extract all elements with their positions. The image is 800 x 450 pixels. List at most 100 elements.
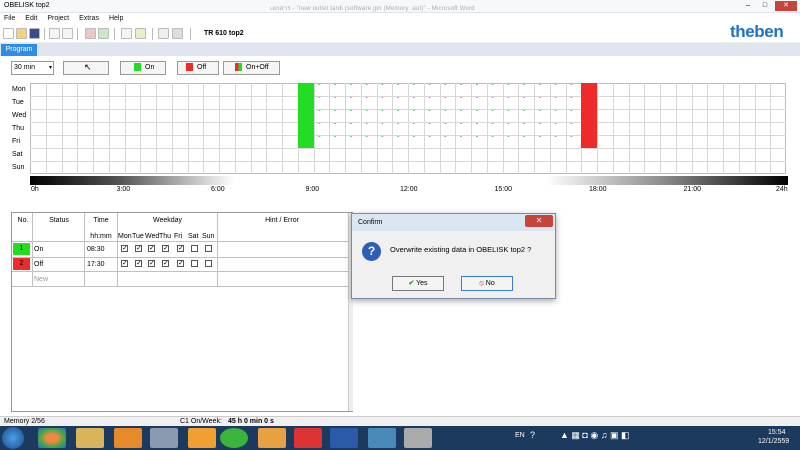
day-label: Wed [12, 112, 27, 119]
active-period-mark: ˘ [318, 137, 321, 143]
row-time[interactable]: 17:30 [87, 261, 105, 268]
cursor-icon: ↖ [84, 62, 92, 72]
col-header-time: Time [93, 217, 109, 224]
active-period-mark: ˘ [539, 124, 541, 130]
program-table: No. Status Time Weekday Hint / Error hh:… [11, 212, 353, 412]
row-time[interactable]: 08:30 [87, 246, 105, 253]
c1-label: C1 On/Week: [180, 418, 222, 425]
active-period-mark: ˘ [523, 111, 526, 117]
active-period-mark: ˘ [554, 98, 557, 104]
new-row-label[interactable]: New [34, 276, 54, 283]
menu-edit[interactable]: Edit [25, 13, 37, 25]
on-event-cell[interactable] [297, 83, 314, 96]
weekday-checkbox[interactable] [191, 245, 198, 252]
row-status[interactable]: Off [34, 261, 43, 268]
weekday-checkbox[interactable]: ✓ [162, 245, 169, 252]
maximize-button[interactable]: □ [757, 1, 773, 11]
on-event-cell[interactable] [297, 135, 314, 148]
tab-program[interactable]: Program [1, 44, 37, 56]
line-app-icon[interactable] [220, 428, 248, 448]
pointer-tool-button[interactable]: ↖ [63, 61, 109, 75]
read-device-icon[interactable] [85, 28, 96, 39]
outlook-icon[interactable] [114, 428, 142, 448]
day-label: Sat [12, 151, 23, 158]
time-axis-label: 15:00 [494, 186, 513, 193]
explorer-icon[interactable] [76, 428, 104, 448]
weekday-checkbox[interactable] [205, 245, 212, 252]
system-tray-icons[interactable]: ▲ ▦ ◘ ◉ ♫ ▣ ◧ [560, 430, 629, 441]
col-header-status: Status [49, 217, 69, 224]
on-event-cell[interactable] [297, 122, 314, 135]
on-event-cell[interactable] [297, 109, 314, 122]
active-period-mark: ˘ [476, 98, 478, 104]
weekday-checkbox[interactable]: ✓ [148, 245, 155, 252]
weekday-checkbox[interactable]: ✓ [177, 260, 184, 267]
word-icon[interactable] [330, 428, 358, 448]
yes-button[interactable]: ✔ Yes [392, 276, 444, 291]
print-preview-icon[interactable] [62, 28, 73, 39]
weekday-header: Sun [202, 233, 215, 240]
active-period-mark: ˘ [397, 111, 400, 117]
weekday-checkbox[interactable]: ✓ [162, 260, 169, 267]
active-period-mark: ˘ [539, 137, 541, 143]
media-player-icon[interactable] [258, 428, 286, 448]
on-tool-button[interactable]: On [120, 61, 166, 75]
off-event-cell[interactable] [581, 83, 597, 96]
weekday-checkbox[interactable]: ✓ [148, 260, 155, 267]
menu-file[interactable]: File [4, 13, 15, 25]
clock-date: 12/1/2559 [758, 438, 790, 445]
start-button[interactable] [2, 427, 24, 449]
obelisk-icon[interactable] [404, 428, 432, 448]
weekday-checkbox[interactable]: ✓ [135, 260, 142, 267]
onoff-tool-button[interactable]: On+Off [223, 61, 280, 75]
weekday-checkbox[interactable]: ✓ [135, 245, 142, 252]
print-icon[interactable] [49, 28, 60, 39]
row-status[interactable]: On [34, 246, 43, 253]
active-period-mark: ˘ [397, 137, 400, 143]
status-bar: Memory 2/56 C1 On/Week: 45 h 0 min 0 s [0, 416, 800, 426]
pencil-app-icon[interactable] [188, 428, 216, 448]
active-period-mark: ˘ [444, 111, 447, 117]
device-manager-icon[interactable] [150, 428, 178, 448]
off-event-cell[interactable] [581, 96, 597, 109]
onoff-swatch-icon [235, 63, 242, 72]
weekday-checkbox[interactable]: ✓ [121, 245, 128, 252]
menu-project[interactable]: Project [47, 13, 69, 25]
copy-icon[interactable] [135, 28, 146, 39]
time-axis-label: 12:00 [400, 186, 418, 193]
active-period-mark: ˘ [318, 85, 321, 91]
dialog-title: Confirm [358, 219, 383, 226]
time-axis-label: 24h [776, 186, 788, 193]
off-tool-button[interactable]: Off [177, 61, 219, 75]
chrome-icon[interactable] [38, 428, 66, 448]
off-event-cell[interactable] [581, 135, 597, 148]
confirm-dialog: Confirm ✕ ? Overwrite existing data in O… [351, 213, 556, 299]
off-event-cell[interactable] [581, 109, 597, 122]
language-indicator[interactable]: EN [515, 432, 525, 439]
dialog-close-button[interactable]: ✕ [525, 215, 553, 227]
minimize-button[interactable]: – [740, 1, 756, 11]
sort-icon[interactable] [121, 28, 132, 39]
write-device-icon[interactable] [98, 28, 109, 39]
off-event-cell[interactable] [581, 122, 597, 135]
interval-select[interactable]: 30 min ▾ [11, 61, 54, 75]
col-header-weekday: Weekday [152, 217, 183, 224]
new-file-icon[interactable] [3, 28, 14, 39]
on-event-cell[interactable] [297, 96, 314, 109]
weekday-checkbox[interactable] [205, 260, 212, 267]
weekday-checkbox[interactable]: ✓ [177, 245, 184, 252]
active-period-mark: ˘ [381, 124, 384, 130]
no-button[interactable]: ⦸ No [461, 276, 513, 291]
active-period-mark: ˘ [381, 85, 384, 91]
pdf-reader-icon[interactable] [294, 428, 322, 448]
save-icon[interactable] [29, 28, 40, 39]
menu-help[interactable]: Help [109, 13, 123, 25]
close-button[interactable]: ✕ [775, 1, 797, 11]
open-folder-icon[interactable] [16, 28, 27, 39]
weekday-checkbox[interactable] [191, 260, 198, 267]
help-icon[interactable]: ? [530, 430, 535, 440]
menu-extras[interactable]: Extras [79, 13, 99, 25]
app-icon[interactable] [368, 428, 396, 448]
active-period-mark: ˘ [397, 85, 400, 91]
weekday-checkbox[interactable]: ✓ [121, 260, 128, 267]
